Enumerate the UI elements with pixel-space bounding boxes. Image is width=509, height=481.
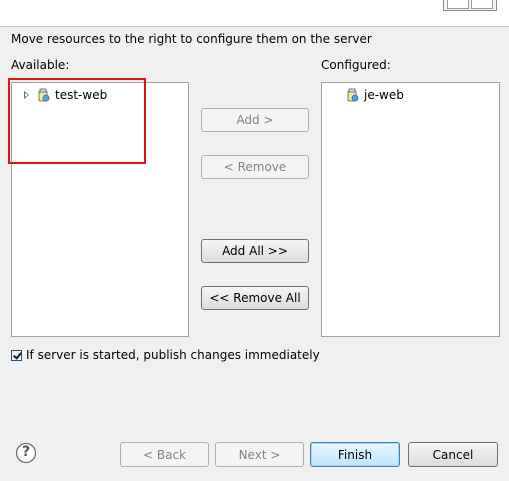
- configured-list[interactable]: je-web: [321, 82, 500, 337]
- instruction-text: Move resources to the right to configure…: [11, 32, 372, 46]
- wizard-header-area: [0, 0, 509, 26]
- add-button[interactable]: Add >: [201, 108, 309, 132]
- publish-label: If server is started, publish changes im…: [26, 348, 320, 362]
- publish-option[interactable]: If server is started, publish changes im…: [11, 348, 320, 362]
- help-icon[interactable]: ?: [15, 442, 37, 464]
- available-label: Available:: [11, 58, 70, 72]
- remove-all-button[interactable]: << Remove All: [201, 286, 309, 310]
- list-item[interactable]: je-web: [345, 86, 404, 104]
- next-button[interactable]: Next >: [215, 442, 304, 467]
- back-button[interactable]: < Back: [120, 442, 209, 467]
- finish-button[interactable]: Finish: [310, 442, 400, 467]
- help-glyph: ?: [21, 444, 31, 460]
- configured-item-label: je-web: [364, 88, 404, 102]
- wizard-banner-icon: [443, 0, 497, 11]
- cancel-button[interactable]: Cancel: [408, 442, 498, 467]
- add-all-button[interactable]: Add All >>: [201, 239, 309, 263]
- publish-checkbox[interactable]: [11, 349, 22, 361]
- highlight-annotation: [8, 78, 146, 164]
- web-project-icon: [345, 88, 359, 102]
- remove-button[interactable]: < Remove: [201, 155, 309, 179]
- configured-label: Configured:: [321, 58, 391, 72]
